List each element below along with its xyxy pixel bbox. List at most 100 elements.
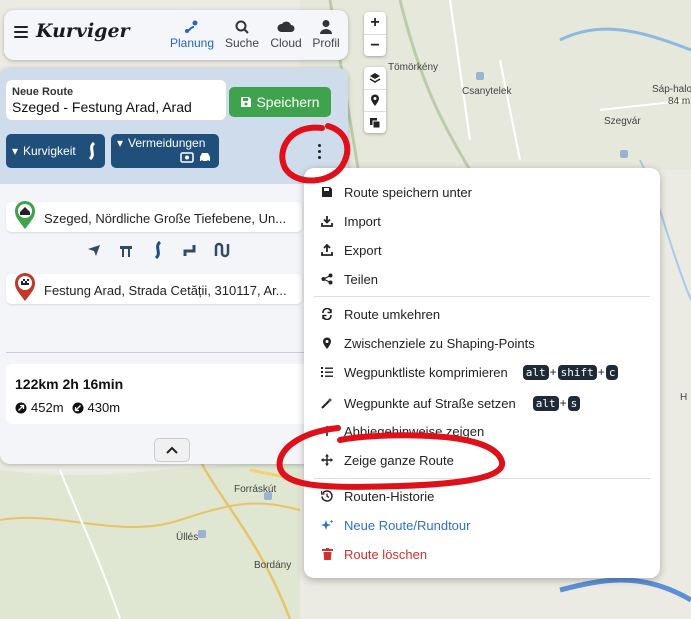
list-icon bbox=[320, 366, 334, 378]
route-label: Neue Route bbox=[12, 86, 74, 98]
menu-item-label: Zwischenziele zu Shaping-Points bbox=[344, 335, 535, 351]
layers-icon bbox=[369, 73, 381, 83]
mode-turns[interactable] bbox=[180, 240, 200, 260]
highway-icon bbox=[120, 246, 132, 257]
save-button[interactable]: Speichern bbox=[229, 87, 331, 117]
map-label: 84 m bbox=[668, 96, 690, 107]
menu-item-label: Route umkehren bbox=[344, 306, 441, 322]
finish-pin-icon bbox=[15, 273, 35, 301]
route-name-field[interactable]: Neue Route Szeged - Festung Arad, Arad bbox=[6, 80, 226, 120]
location-button[interactable] bbox=[364, 89, 386, 111]
menu-item-label: Teilen bbox=[344, 271, 378, 287]
menu-divider bbox=[314, 296, 650, 297]
mode-curves[interactable] bbox=[148, 240, 168, 260]
menu-item-share[interactable]: Teilen bbox=[304, 266, 660, 292]
menu-item-reverse[interactable]: Route umkehren bbox=[304, 301, 660, 327]
curviness-chip[interactable]: ▾ Kurvigkeit bbox=[6, 134, 105, 168]
user-icon bbox=[300, 18, 352, 36]
magic-wand-icon bbox=[320, 397, 334, 409]
waypoint-text: Szeged, Nördliche Große Tiefebene, Un... bbox=[44, 211, 287, 226]
mode-highway[interactable] bbox=[116, 240, 136, 260]
turn-signs-icon bbox=[320, 425, 334, 437]
route-panel: Neue Route Szeged - Festung Arad, Arad S… bbox=[0, 68, 348, 464]
map-label: Forráskút bbox=[234, 484, 276, 495]
elevation-stats: 452m 430m bbox=[15, 400, 120, 415]
menu-item-show-full-route[interactable]: Zeige ganze Route bbox=[304, 447, 660, 473]
twisty-icon bbox=[214, 242, 230, 258]
turn-icon bbox=[183, 245, 196, 256]
curve-icon bbox=[154, 241, 162, 259]
save-icon bbox=[320, 186, 334, 198]
reverse-icon bbox=[320, 308, 334, 320]
save-icon bbox=[241, 97, 252, 107]
menu-icon[interactable] bbox=[14, 26, 28, 38]
menu-item-snap-to-road[interactable]: Wegpunkte auf Straße setzen alt + s bbox=[304, 390, 660, 416]
waypoint-end[interactable]: Festung Arad, Strada Cetății, 310117, Ar… bbox=[6, 273, 302, 304]
menu-item-route-history[interactable]: Routen-Historie bbox=[304, 483, 660, 509]
menu-item-delete-route[interactable]: Route löschen bbox=[304, 541, 660, 567]
zoom-in-button[interactable]: + bbox=[364, 12, 386, 34]
layers-button[interactable] bbox=[364, 67, 386, 89]
route-header: Neue Route Szeged - Festung Arad, Arad S… bbox=[0, 68, 348, 184]
move-arrows-icon bbox=[320, 454, 334, 466]
menu-item-label: Abbiegehinweise zeigen bbox=[344, 423, 485, 439]
menu-item-label: Zeige ganze Route bbox=[344, 452, 454, 468]
map-tools bbox=[364, 67, 386, 133]
copy-icon bbox=[370, 117, 381, 128]
collapse-panel-button[interactable] bbox=[154, 438, 190, 462]
descent-icon bbox=[72, 402, 84, 413]
home-pin-icon bbox=[15, 201, 35, 229]
map-label: Üllés bbox=[176, 531, 198, 543]
menu-item-new-route[interactable]: Neue Route/Rundtour bbox=[304, 512, 660, 538]
menu-item-import[interactable]: Import bbox=[304, 208, 660, 234]
chevron-up-icon bbox=[166, 446, 178, 454]
pin-icon bbox=[320, 337, 334, 350]
distance-duration: 122km 2h 16min bbox=[15, 376, 124, 392]
menu-item-shaping-points[interactable]: Zwischenziele zu Shaping-Points bbox=[304, 330, 660, 356]
menu-item-label: Wegpunkte auf Straße setzen bbox=[344, 395, 516, 411]
route-name: Szeged - Festung Arad, Arad bbox=[12, 99, 192, 115]
map-label: Bordány bbox=[254, 560, 291, 571]
nav-planung[interactable]: Planung bbox=[166, 18, 218, 50]
map-label: Sáp-halo bbox=[652, 84, 691, 95]
ascent-value: 452m bbox=[31, 400, 64, 415]
chip-label: Kurvigkeit bbox=[23, 144, 76, 158]
share-icon bbox=[320, 273, 334, 285]
avoid-chip[interactable]: ▾ Vermeidungen bbox=[111, 134, 219, 168]
nav-label: Planung bbox=[169, 36, 215, 50]
caret-down-icon: ▾ bbox=[12, 144, 19, 158]
map-label: Szegvár bbox=[604, 116, 641, 127]
zoom-out-button[interactable]: − bbox=[364, 34, 386, 56]
zoom-controls: + − bbox=[364, 12, 386, 56]
map-label: Tömörkény bbox=[388, 62, 438, 73]
menu-item-label: Routen-Historie bbox=[344, 488, 435, 504]
route-options-menu: Route speichern unter Import Export Teil… bbox=[304, 168, 660, 578]
menu-item-label: Export bbox=[344, 242, 382, 258]
upload-icon bbox=[320, 244, 334, 256]
keyboard-shortcut: alt + shift + c bbox=[522, 364, 620, 380]
ascent-icon bbox=[15, 402, 27, 413]
menu-item-turn-instructions[interactable]: Abbiegehinweise zeigen bbox=[304, 418, 660, 444]
caret-down-icon: ▾ bbox=[117, 136, 124, 150]
download-icon bbox=[320, 215, 334, 227]
nav-label: Suche bbox=[224, 36, 260, 50]
waypoint-start[interactable]: Szeged, Nördliche Große Tiefebene, Un... bbox=[6, 201, 302, 232]
save-label: Speichern bbox=[256, 94, 320, 110]
menu-item-label: Import bbox=[344, 213, 381, 229]
sparkle-icon bbox=[320, 519, 334, 532]
mode-curvy[interactable] bbox=[84, 240, 104, 260]
mode-twisty[interactable] bbox=[212, 240, 232, 260]
map-label: H bbox=[680, 392, 687, 403]
more-options-button[interactable] bbox=[313, 142, 325, 160]
nav-profil[interactable]: Profil bbox=[300, 18, 352, 50]
car-icon bbox=[200, 153, 210, 163]
route-icon bbox=[166, 18, 218, 36]
menu-item-compress-list[interactable]: Wegpunktliste komprimieren alt + shift + c bbox=[304, 359, 660, 385]
copy-button[interactable] bbox=[364, 111, 386, 133]
menu-item-export[interactable]: Export bbox=[304, 237, 660, 263]
menu-item-save-as[interactable]: Route speichern unter bbox=[304, 179, 660, 205]
curve-icon bbox=[88, 142, 96, 160]
top-bar: Kurviger Planung Suche Cloud Profil bbox=[4, 10, 348, 60]
chip-label: Vermeidungen bbox=[128, 136, 206, 150]
waypoint-text: Festung Arad, Strada Cetății, 310117, Ar… bbox=[44, 283, 287, 298]
